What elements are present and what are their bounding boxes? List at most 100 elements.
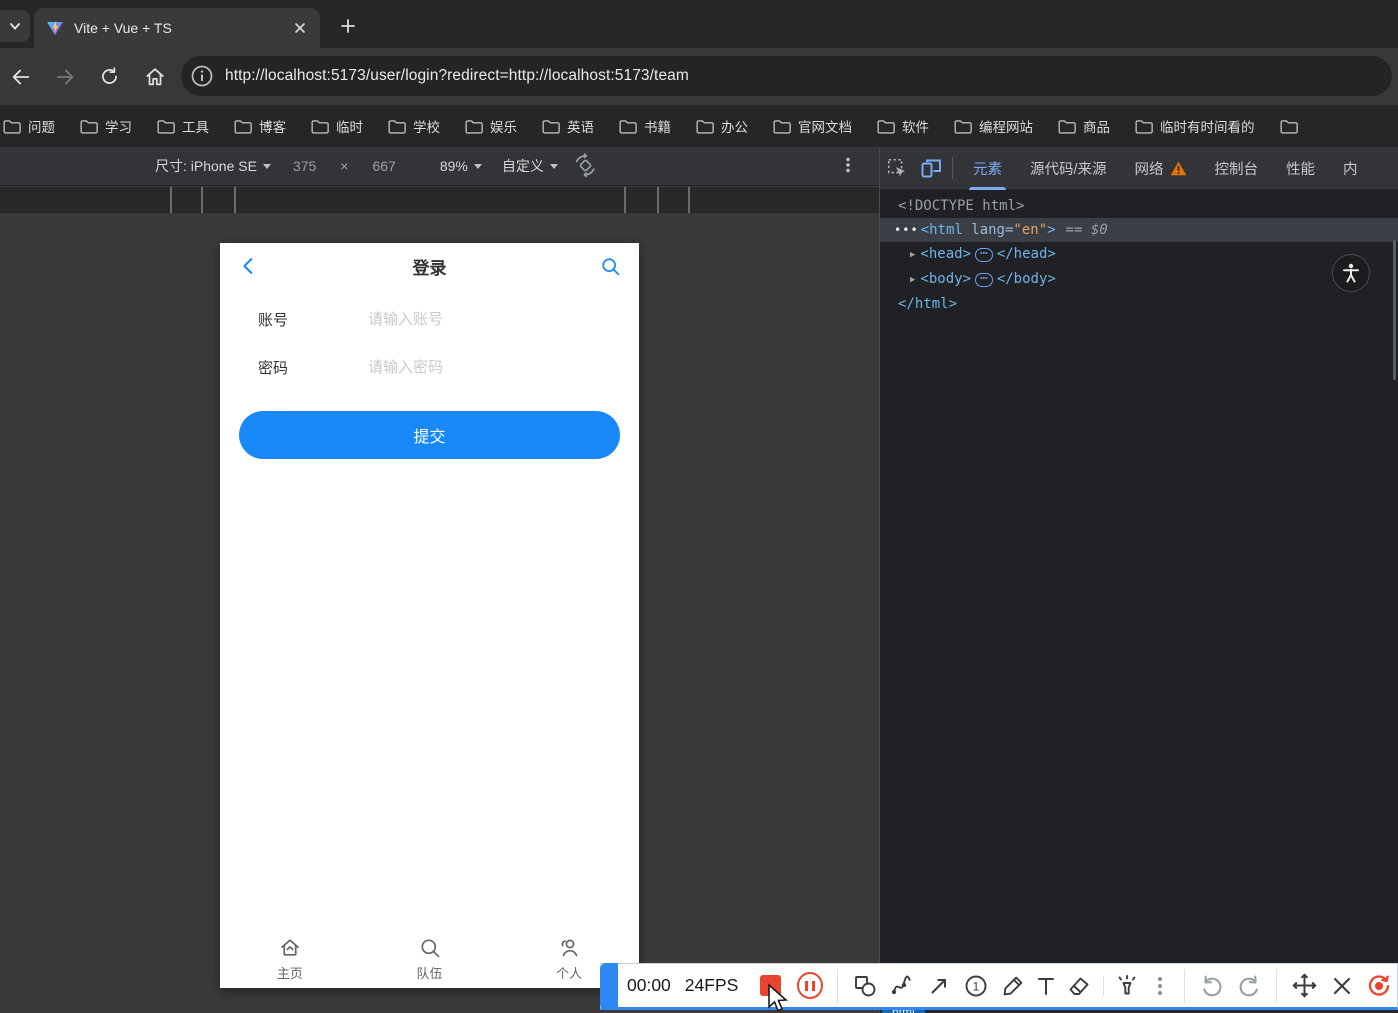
bookmark-folder[interactable]: 商品 bbox=[1045, 112, 1122, 140]
dom-body-node[interactable]: ▶<body>⋯</body> bbox=[880, 267, 1398, 292]
freeform-line-tool-button[interactable] bbox=[884, 967, 921, 1005]
bookmark-folder[interactable]: 书籍 bbox=[606, 112, 683, 140]
throttling-select[interactable]: 自定义 bbox=[502, 156, 558, 176]
reload-button[interactable] bbox=[92, 60, 126, 94]
close-toolbar-button[interactable] bbox=[1323, 967, 1360, 1005]
tab-close-icon[interactable] bbox=[290, 18, 310, 38]
address-bar[interactable]: http://localhost:5173/user/login?redirec… bbox=[181, 56, 1392, 96]
dom-html-node-selected[interactable]: •••<html lang="en">== $0 bbox=[880, 218, 1398, 242]
bookmark-folder[interactable]: 博客 bbox=[221, 112, 298, 140]
site-info-icon[interactable] bbox=[189, 63, 215, 89]
accessibility-fab[interactable] bbox=[1332, 254, 1370, 292]
nav-back-button[interactable] bbox=[238, 255, 260, 282]
dimension-separator: × bbox=[340, 158, 348, 174]
device-type-select[interactable]: 尺寸: iPhone SE bbox=[155, 156, 271, 176]
bookmark-folder[interactable]: 临时 bbox=[298, 112, 375, 140]
viewport-height-input[interactable]: 667 bbox=[372, 158, 395, 174]
expand-inline-button[interactable]: ⋯ bbox=[975, 273, 993, 287]
eraser-icon bbox=[1066, 973, 1092, 999]
new-tab-button[interactable] bbox=[332, 12, 364, 40]
divider bbox=[837, 969, 838, 1003]
folder-icon bbox=[2, 117, 21, 136]
dom-doctype[interactable]: <!DOCTYPE html> bbox=[880, 194, 1398, 218]
move-icon bbox=[1291, 972, 1318, 999]
devtools-tab-elements[interactable]: 元素 bbox=[959, 147, 1016, 190]
folder-icon bbox=[1279, 117, 1298, 136]
nav-search-button[interactable] bbox=[600, 256, 621, 282]
chevron-down-icon bbox=[8, 19, 22, 33]
tab-home[interactable]: 主页 bbox=[220, 925, 360, 988]
device-more-options-button[interactable] bbox=[839, 156, 857, 177]
pen-tool-button[interactable] bbox=[995, 967, 1032, 1005]
toolbar-drag-handle[interactable] bbox=[600, 963, 618, 1010]
undo-icon bbox=[1199, 973, 1225, 999]
redo-icon bbox=[1236, 973, 1262, 999]
devtools-tab-console[interactable]: 控制台 bbox=[1201, 147, 1273, 190]
text-tool-button[interactable] bbox=[1032, 967, 1061, 1005]
forward-button[interactable] bbox=[48, 60, 82, 94]
kebab-menu-icon bbox=[839, 156, 857, 174]
arrow-tool-button[interactable] bbox=[921, 967, 958, 1005]
inspect-element-button[interactable] bbox=[880, 153, 914, 183]
device-toolbar-toggle-button[interactable] bbox=[914, 153, 948, 183]
password-input[interactable] bbox=[368, 359, 588, 376]
rotate-icon bbox=[572, 152, 598, 178]
redo-button[interactable] bbox=[1230, 967, 1267, 1005]
record-fps: 24FPS bbox=[685, 975, 739, 996]
bookmark-folder-overflow[interactable] bbox=[1267, 112, 1310, 140]
devtools-panel: 元素 源代码/来源 网络 控制台 性能 内 <!DOCTYPE html> ••… bbox=[879, 147, 1398, 1013]
more-tools-button[interactable] bbox=[1145, 967, 1174, 1005]
devtools-tab-sources[interactable]: 源代码/来源 bbox=[1016, 147, 1121, 190]
restart-recording-button[interactable] bbox=[1360, 967, 1397, 1005]
expand-inline-button[interactable]: ⋯ bbox=[975, 248, 993, 262]
submit-button[interactable]: 提交 bbox=[239, 411, 620, 459]
step-number-tool-button[interactable]: 1 bbox=[958, 967, 995, 1005]
bookmark-folder[interactable]: 编程网站 bbox=[941, 112, 1045, 140]
bookmark-folder[interactable]: 官网文档 bbox=[760, 112, 864, 140]
zoom-select[interactable]: 89% bbox=[440, 158, 482, 174]
home-icon bbox=[144, 66, 166, 88]
account-label: 账号 bbox=[258, 309, 368, 330]
devtools-scrollbar[interactable] bbox=[1393, 240, 1396, 380]
bookmark-folder[interactable]: 学习 bbox=[67, 112, 144, 140]
account-input[interactable] bbox=[368, 311, 588, 328]
reload-icon bbox=[99, 66, 120, 87]
move-toolbar-button[interactable] bbox=[1286, 967, 1323, 1005]
eraser-tool-button[interactable] bbox=[1061, 967, 1098, 1005]
bookmark-folder[interactable]: 软件 bbox=[864, 112, 941, 140]
folder-icon bbox=[772, 117, 791, 136]
folder-icon bbox=[233, 117, 252, 136]
device-toolbar: 尺寸: iPhone SE 375 × 667 89% 自定义 bbox=[0, 147, 879, 186]
bookmark-folder[interactable]: 临时有时间看的 bbox=[1122, 112, 1267, 140]
device-toolbar-icon bbox=[919, 156, 943, 180]
pause-record-button[interactable] bbox=[797, 972, 823, 999]
dom-html-close[interactable]: </html> bbox=[880, 292, 1398, 316]
bookmark-folder[interactable]: 办公 bbox=[683, 112, 760, 140]
home-button[interactable] bbox=[138, 60, 172, 94]
rotate-viewport-button[interactable] bbox=[572, 152, 598, 181]
viewport-width-input[interactable]: 375 bbox=[293, 158, 316, 174]
bookmark-folder[interactable]: 工具 bbox=[144, 112, 221, 140]
disclosure-triangle-icon[interactable]: ▶ bbox=[910, 275, 915, 285]
divider bbox=[952, 157, 953, 179]
app-navbar: 登录 bbox=[220, 243, 639, 289]
bookmark-folder[interactable]: 问题 bbox=[0, 112, 67, 140]
dom-head-node[interactable]: ▶<head>⋯</head> bbox=[880, 242, 1398, 267]
tab-search-button[interactable] bbox=[0, 10, 30, 42]
shapes-tool-button[interactable] bbox=[847, 967, 884, 1005]
tab-team[interactable]: 队伍 bbox=[360, 925, 500, 988]
undo-button[interactable] bbox=[1194, 967, 1231, 1005]
bookmark-folder[interactable]: 学校 bbox=[375, 112, 452, 140]
url-text[interactable]: http://localhost:5173/user/login?redirec… bbox=[225, 67, 689, 85]
devtools-tab-memory[interactable]: 内 bbox=[1329, 147, 1372, 190]
devtools-tab-network[interactable]: 网络 bbox=[1121, 147, 1201, 190]
highlight-tool-button[interactable] bbox=[1109, 967, 1146, 1005]
ruler-tick bbox=[201, 187, 203, 213]
devtools-tab-performance[interactable]: 性能 bbox=[1272, 147, 1329, 190]
back-button[interactable] bbox=[4, 60, 38, 94]
bookmark-folder[interactable]: 英语 bbox=[529, 112, 606, 140]
browser-tab[interactable]: Vite + Vue + TS bbox=[34, 8, 320, 48]
bookmark-folder[interactable]: 娱乐 bbox=[452, 112, 529, 140]
ruler-tick bbox=[234, 187, 236, 213]
disclosure-triangle-icon[interactable]: ▶ bbox=[910, 250, 915, 260]
